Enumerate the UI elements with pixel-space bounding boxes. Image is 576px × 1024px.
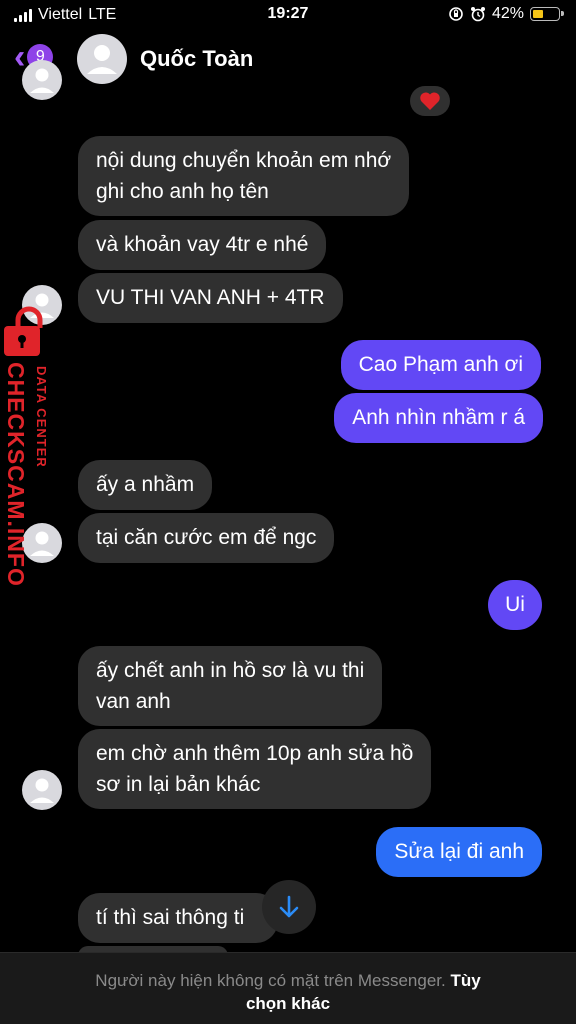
- unavailable-notice: Người này hiện không có mặt trên Messeng…: [95, 971, 446, 990]
- message-bubble-incoming[interactable]: ấy chết anh in hồ sơ là vu thi van anh: [78, 646, 383, 726]
- status-right: 42%: [448, 5, 564, 23]
- message-text: Cao Phạm anh ơi: [358, 353, 523, 376]
- message-text: và khoản vay 4tr e nhé: [96, 233, 309, 256]
- orientation-lock-icon: [449, 7, 463, 21]
- message-text: nội dung chuyển khoản em nhớ: [96, 149, 392, 172]
- message-bubble-incoming[interactable]: nội dung chuyển khoản em nhớ ghi cho anh…: [78, 136, 410, 216]
- conversation-header: ‹ 9 Quốc Toàn: [0, 30, 576, 90]
- message-text: tí thì sai thông ti: [96, 906, 245, 929]
- message-bubble-incoming[interactable]: tí thì sai thông ti: [78, 893, 278, 943]
- message-bubble-incoming[interactable]: VU THI VAN ANH + 4TR: [78, 273, 343, 323]
- message-text: van anh: [96, 690, 171, 713]
- message-text: ghi cho anh họ tên: [96, 180, 269, 203]
- message-bubble-outgoing[interactable]: Sửa lại đi anh: [376, 827, 542, 877]
- message-bubble-incoming[interactable]: và khoản vay 4tr e nhé: [78, 220, 327, 270]
- contact-avatar[interactable]: [77, 34, 127, 84]
- more-options-link-part2[interactable]: chọn khác: [246, 994, 330, 1013]
- message-text: ấy chết anh in hồ sơ là vu thi: [96, 659, 365, 682]
- scroll-down-arrow-icon: [279, 895, 299, 918]
- message-text: em chờ anh thêm 10p anh sửa hồ: [96, 742, 414, 765]
- contact-name[interactable]: Quốc Toàn: [140, 46, 253, 72]
- scroll-to-bottom-button[interactable]: [262, 880, 316, 934]
- message-text: VU THI VAN ANH + 4TR: [96, 286, 325, 309]
- message-text: Sửa lại đi anh: [394, 840, 524, 863]
- message-text: tại căn cước em để ngc: [96, 526, 317, 549]
- more-options-link-part1[interactable]: Tùy: [450, 971, 480, 990]
- checkscam-watermark: CHECKSCAM.INFO DATA CENTER: [0, 306, 64, 596]
- avatar-icon: [22, 60, 62, 100]
- message-bubble-outgoing[interactable]: Cao Phạm anh ơi: [340, 340, 541, 390]
- message-bubble-incoming[interactable]: em chờ anh thêm 10p anh sửa hồ sơ in lại…: [78, 729, 432, 809]
- alarm-icon: [470, 7, 485, 22]
- battery-percent: 42%: [491, 5, 524, 22]
- battery-icon: [530, 7, 564, 21]
- watermark-sub: DATA CENTER: [34, 366, 49, 468]
- message-bubble-incoming[interactable]: ấy a nhầm: [78, 460, 213, 510]
- message-bubble-outgoing[interactable]: Anh nhìn nhầm r á: [334, 393, 543, 443]
- message-bubble-incoming[interactable]: tại căn cước em để ngc: [78, 513, 335, 563]
- message-text: sơ in lại bản khác: [96, 773, 261, 796]
- message-text: Anh nhìn nhầm r á: [352, 406, 525, 429]
- heart-reaction-icon[interactable]: [410, 86, 450, 116]
- lock-icon: [4, 306, 43, 356]
- watermark-brand: CHECKSCAM.INFO: [3, 362, 29, 587]
- unavailable-footer: Người này hiện không có mặt trên Messeng…: [0, 952, 576, 1024]
- status-bar: Viettel LTE 19:27 42%: [0, 0, 576, 30]
- message-text: ấy a nhầm: [96, 473, 195, 496]
- avatar-icon: [22, 770, 62, 810]
- message-bubble-outgoing[interactable]: Ui: [488, 580, 542, 630]
- message-text: Ui: [505, 593, 525, 616]
